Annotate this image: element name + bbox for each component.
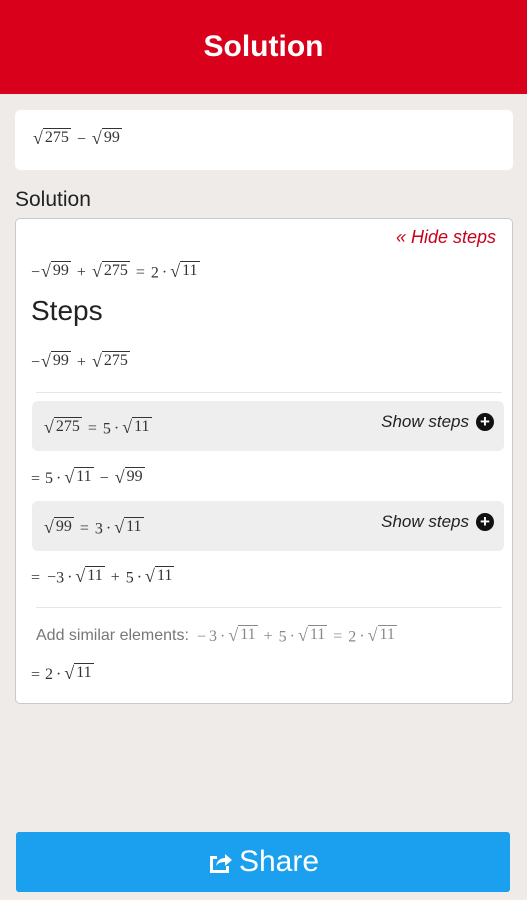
divider xyxy=(36,392,502,393)
similar-elements-label: Add similar elements: xyxy=(36,626,189,644)
step-expression: = −3 · √ 11 +5 · √ 11 xyxy=(31,566,175,587)
solution-card: « Hide steps − √ 99 + √ 275 = 2 · √ 11 Steps − √ 99 +… xyxy=(15,218,513,704)
input-expression-card[interactable]: √ 275− √ 99 xyxy=(15,110,513,170)
share-icon xyxy=(209,854,232,873)
final-expression: = 2 · √ 11 xyxy=(31,663,94,684)
step-expression: − √ 99 + √ 275 xyxy=(31,351,130,372)
plus-circle-icon: + xyxy=(476,513,494,531)
substep-row[interactable]: √ 99 = 3 · √ 11 Show steps + xyxy=(32,501,504,551)
solution-section-label: Solution xyxy=(15,188,91,211)
similar-elements-line: Add similar elements: −3 · √ 11 +5 · √ 11 = 2 · √ 11 xyxy=(36,625,397,646)
substep-expression: √ 99 = 3 · √ 11 xyxy=(44,517,144,538)
plus-circle-icon: + xyxy=(476,413,494,431)
share-button[interactable]: Share xyxy=(16,832,510,892)
similar-elements-expression: −3 · √ 11 +5 · √ 11 = 2 · √ 11 xyxy=(196,625,397,646)
substep-expression: √ 275 = 5 · √ 11 xyxy=(44,417,152,438)
show-steps-button[interactable]: Show steps + xyxy=(381,512,494,532)
sqrt: √ 99 xyxy=(91,128,122,149)
substep-row[interactable]: √ 275 = 5 · √ 11 Show steps + xyxy=(32,401,504,451)
show-steps-button[interactable]: Show steps + xyxy=(381,412,494,432)
page-title: Solution xyxy=(203,30,324,63)
divider xyxy=(36,607,502,608)
hide-steps-link[interactable]: « Hide steps xyxy=(396,227,496,248)
share-label: Share xyxy=(238,845,320,878)
input-expression: √ 275− √ 99 xyxy=(33,128,122,149)
sqrt: √ 275 xyxy=(33,128,71,149)
step-expression: = 5 · √ 11− √ 99 xyxy=(31,467,145,488)
app-header: Solution xyxy=(0,0,527,94)
result-expression: − √ 99 + √ 275 = 2 · √ 11 xyxy=(31,261,200,282)
steps-heading: Steps xyxy=(31,295,103,326)
